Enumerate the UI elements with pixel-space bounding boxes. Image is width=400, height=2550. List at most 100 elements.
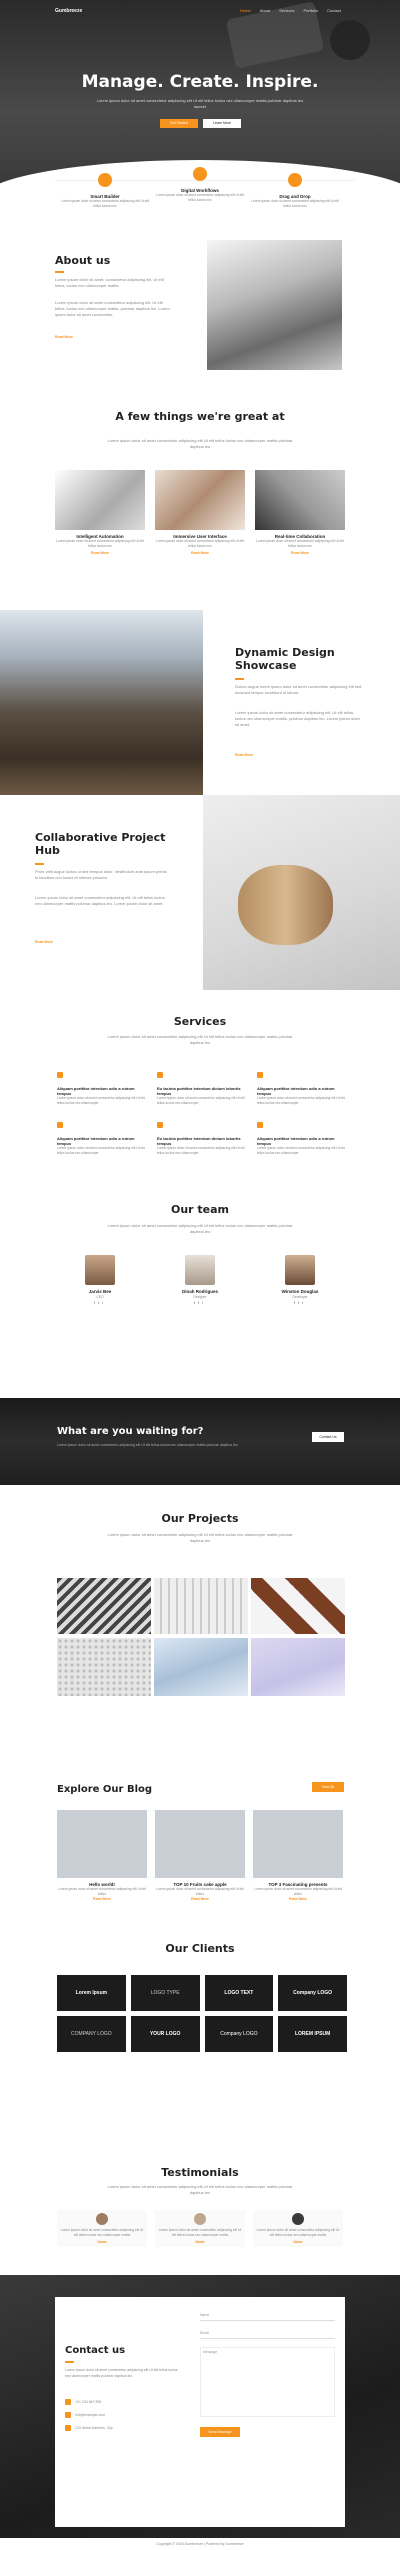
card-text: Lorem ipsum dolor sit amet consectetur a… (56, 539, 144, 548)
project-image-3[interactable] (251, 1578, 345, 1634)
collab-title: Collaborative Project Hub (35, 831, 166, 857)
service-icon (157, 1122, 163, 1128)
nav-item-home[interactable]: Home (240, 8, 251, 13)
features-section: Smart Builder Lorem ipsum dolor sit amet… (0, 165, 400, 225)
service-item-6: Aliquam porttitor interdum odio a rutrum… (257, 1115, 347, 1156)
service-text: Lorem ipsum dolor sit amet consectetur a… (157, 1146, 245, 1155)
great-card-collab: Real-time Collaboration Lorem ipsum dolo… (255, 470, 345, 555)
feature-text: Lorem ipsum dolor sit amet consectetur a… (251, 199, 339, 208)
contact-email: info@example.com (65, 2412, 105, 2418)
great-at-text: Lorem ipsum dolor sit amet consectetur a… (107, 438, 293, 449)
clients-grid: Lorem Ipsum LOGO TYPE LOGO TEXT Company … (57, 1975, 347, 2052)
post-image[interactable] (57, 1810, 147, 1878)
service-item-5: Eu lacinia porttitor interdum dictum lob… (157, 1115, 247, 1156)
dynamic-read-more[interactable]: Read More (235, 753, 253, 757)
team-text: Lorem ipsum dolor sit amet consectetur a… (107, 1223, 293, 1234)
dynamic-image (0, 610, 203, 795)
testimonials-title: Testimonials (161, 2166, 239, 2179)
service-icon (257, 1122, 263, 1128)
projects-title: Our Projects (161, 1512, 239, 1525)
projects-section: Our Projects Lorem ipsum dolor sit amet … (0, 1510, 400, 1735)
dynamic-title: Dynamic Design Showcase (235, 646, 335, 672)
nav-item-portfolio[interactable]: Portfolio (303, 8, 318, 13)
service-title: Aliquam porttitor interdum odio a rutrum… (57, 1086, 135, 1096)
nav-logo[interactable]: Gumbreeze (55, 8, 82, 14)
post-read-more[interactable]: Read More (155, 1897, 245, 1901)
post-image[interactable] (253, 1810, 343, 1878)
social-icons: fti (65, 1300, 135, 1305)
cta-button[interactable]: Contact Us (312, 1432, 344, 1442)
avatar (185, 1255, 215, 1285)
contact-phone: +01 234 567 890 (65, 2399, 101, 2405)
card-read-more[interactable]: Read More (55, 551, 145, 555)
collab-text-1: Proin velit augue luctus ut sed tempus d… (35, 869, 167, 880)
testimonial-card-3: Lorem ipsum dolor sit amet consectetur a… (253, 2210, 343, 2247)
footer: Copyright © 2024 Gumbreeze | Powered by … (0, 2538, 400, 2550)
card-image (255, 470, 345, 530)
card-image (55, 470, 145, 530)
about-read-more[interactable]: Read More (55, 335, 73, 339)
services-text: Lorem ipsum dolor sit amet consectetur a… (107, 1034, 293, 1045)
testimonial-card-1: Lorem ipsum dolor sit amet consectetur a… (57, 2210, 147, 2247)
feature-drag-drop: Drag and Drop Lorem ipsum dolor sit amet… (250, 173, 340, 209)
team-member-3: Winston Douglas Developer fti (265, 1255, 335, 1305)
instagram-icon[interactable]: i (202, 1300, 206, 1305)
card-image (155, 470, 245, 530)
name-field[interactable]: Name (200, 2309, 335, 2321)
projects-text: Lorem ipsum dolor sit amet consectetur a… (107, 1532, 293, 1543)
nav-item-contact[interactable]: Contact (327, 8, 341, 13)
hero-button-secondary[interactable]: Learn More (203, 119, 241, 128)
client-logo: LOREM IPSUM (278, 2016, 347, 2052)
nav-item-services[interactable]: Services (279, 8, 294, 13)
service-title: Eu lacinia porttitor interdum dictum lob… (157, 1086, 241, 1096)
blog-view-all-button[interactable]: View All (312, 1782, 344, 1792)
post-image[interactable] (155, 1810, 245, 1878)
hero-text: Lorem ipsum dolor sit amet consectetur a… (96, 98, 304, 109)
about-title: About us (55, 254, 111, 267)
project-image-2[interactable] (154, 1578, 248, 1634)
dynamic-text-1: Donec augue lorem ipsum dolor sit amet c… (235, 684, 362, 695)
card-read-more[interactable]: Read More (255, 551, 345, 555)
testimonial-name: Name (97, 2240, 107, 2244)
hero-decor-cup (330, 20, 370, 60)
service-text: Lorem ipsum dolor sit amet consectetur a… (257, 1146, 345, 1155)
hero-title: Manage. Create. Inspire. (81, 72, 319, 92)
message-field[interactable]: Message (200, 2347, 335, 2417)
nav-item-about[interactable]: About (260, 8, 270, 13)
service-title: Eu lacinia porttitor interdum dictum lob… (157, 1136, 241, 1146)
feature-digital-workflows: Digital Workflows Lorem ipsum dolor sit … (155, 167, 245, 203)
post-read-more[interactable]: Read More (253, 1897, 343, 1901)
service-text: Lorem ipsum dolor sit amet consectetur a… (57, 1146, 145, 1155)
project-image-5[interactable] (154, 1638, 248, 1696)
nav-menu: Home About Services Portfolio Contact (240, 8, 341, 13)
client-logo: Lorem Ipsum (57, 1975, 126, 2011)
great-card-automation: Intelligent Automation Lorem ipsum dolor… (55, 470, 145, 555)
card-read-more[interactable]: Read More (155, 551, 245, 555)
collab-section: Collaborative Project Hub Proin velit au… (0, 795, 400, 990)
post-text: Lorem ipsum dolor sit amet consectetur a… (156, 1887, 244, 1896)
hero-button-primary[interactable]: Get Started (160, 119, 198, 128)
phone-icon (65, 2399, 71, 2405)
service-item-2: Eu lacinia porttitor interdum dictum lob… (157, 1065, 247, 1106)
post-read-more[interactable]: Read More (57, 1897, 147, 1901)
send-message-button[interactable]: Send Message (200, 2427, 240, 2437)
collab-read-more[interactable]: Read More (35, 940, 53, 944)
mail-icon (65, 2412, 71, 2418)
project-image-6[interactable] (251, 1638, 345, 1696)
instagram-icon[interactable]: i (302, 1300, 306, 1305)
service-text: Lorem ipsum dolor sit amet consectetur a… (257, 1096, 345, 1105)
about-image (207, 240, 342, 370)
team-title: Our team (170, 1203, 230, 1216)
client-logo: YOUR LOGO (130, 2016, 200, 2052)
service-item-3: Aliquam porttitor interdum odio a rutrum… (257, 1065, 347, 1106)
client-logo: LOGO TYPE (130, 1975, 200, 2011)
service-icon (57, 1072, 63, 1078)
testimonial-name: Name (195, 2240, 205, 2244)
email-field[interactable]: Email (200, 2327, 335, 2339)
team-member-2: Dinah Rodrigues Designer fti (165, 1255, 235, 1305)
great-card-ui: Immersive User Interface Lorem ipsum dol… (155, 470, 245, 555)
instagram-icon[interactable]: i (102, 1300, 106, 1305)
team-section: Our team Lorem ipsum dolor sit amet cons… (0, 1195, 400, 1360)
project-image-1[interactable] (57, 1578, 151, 1634)
project-image-4[interactable] (57, 1638, 151, 1696)
